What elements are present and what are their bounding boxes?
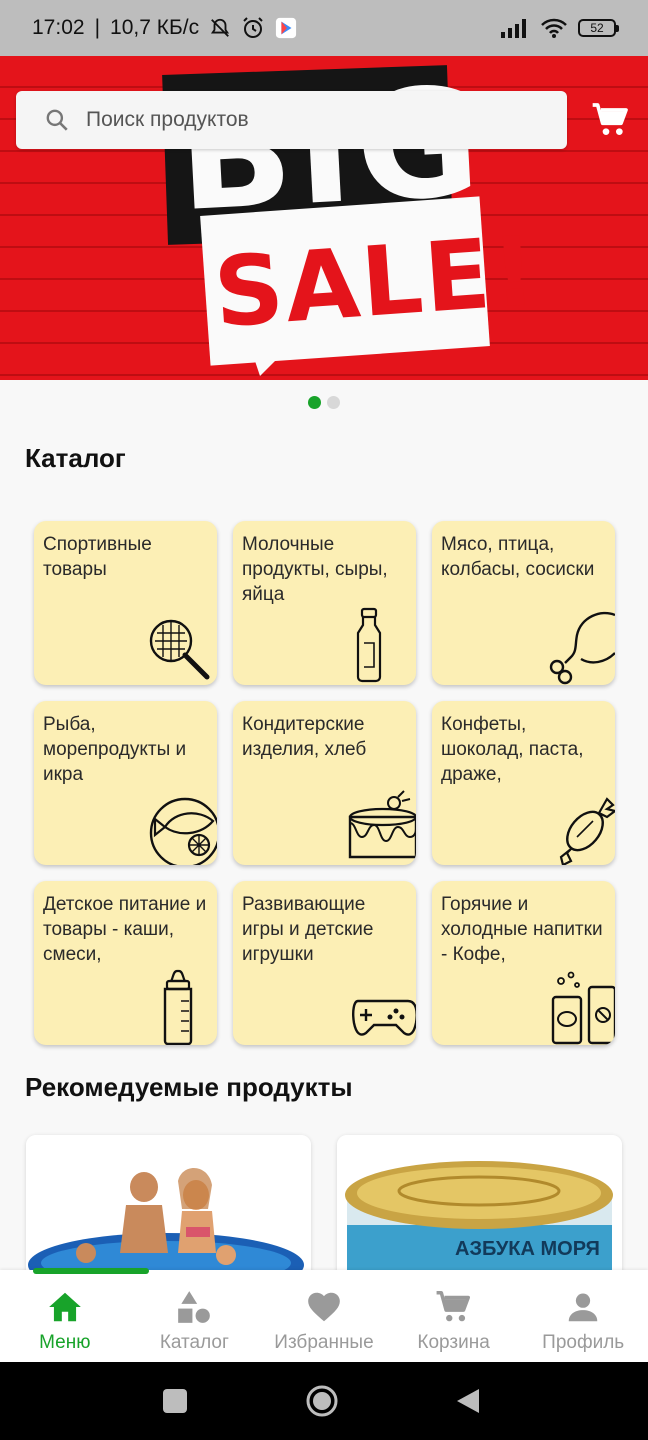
catalog-card-baby[interactable]: Детское питание и товары - каши, смеси, [34,881,217,1045]
catalog-card-label: Кондитерские изделия, хлеб [242,714,367,760]
catalog-card-dairy[interactable]: Молочные продукты, сыры, яйца [233,521,416,685]
banner-sign-tail [250,346,290,376]
tennis-racket-icon [149,619,210,680]
fish-plate-icon [149,797,217,865]
nav-label: Профиль [542,1332,625,1353]
app-screen: 17:02 | 10,7 КБ/с 52 BIG SALE! Каталог [0,0,648,1440]
nav-label: Каталог [159,1332,229,1353]
back-button[interactable] [428,1362,508,1440]
catalog-card-meat[interactable]: Мясо, птица, колбасы, сосиски [432,521,615,685]
home-icon [48,1292,81,1322]
catalog-card-label: Детское питание и товары - каши, смеси, [43,894,207,965]
search-input[interactable] [86,108,516,132]
play-store-icon [276,17,297,39]
catalog-card-label: Молочные продукты, сыры, яйца [242,534,388,605]
battery-indicator: 52 [578,19,619,37]
nav-item-menu[interactable]: Меню [0,1270,130,1362]
search-icon [46,109,68,131]
can-brand-text: АЗБУКА МОРЯ [455,1238,600,1260]
catalog-card-sport[interactable]: Спортивные товары [34,521,217,685]
shapes-icon [178,1291,211,1323]
milk-bottle-icon [356,607,382,683]
heart-icon [308,1292,340,1322]
signal-icon [501,19,526,38]
catalog-card-drinks[interactable]: Горячие и холодные напитки - Кофе, [432,881,615,1045]
search-bar[interactable] [16,91,567,149]
catalog-card-candy[interactable]: Конфеты, шоколад, паста, драже, [432,701,615,865]
person-icon [568,1293,598,1322]
nav-item-catalog[interactable]: Каталог [130,1270,260,1362]
gamepad-icon [352,999,416,1036]
bottom-navigation: Меню Каталог Избранные Корзина Профиль [0,1268,648,1362]
alarm-icon [243,17,263,38]
catalog-card-label: Рыба, морепродукты и икра [43,714,187,785]
back-triangle-icon [457,1389,479,1413]
catalog-card-label: Горячие и холодные напитки - Кофе, [441,894,603,965]
status-separator: | [94,16,101,39]
drinks-icon [551,971,615,1045]
catalog-title: Каталог [25,443,126,473]
catalog-card-label: Развивающие игры и детские игрушки [242,894,374,965]
cart-icon[interactable] [590,100,632,140]
nav-label: Корзина [417,1332,490,1353]
banner-pagination [0,396,648,409]
recents-button[interactable] [135,1362,215,1440]
recommended-title: Рекомедуемые продукты [25,1072,353,1102]
nav-label: Меню [39,1332,91,1353]
candy-icon [559,797,615,865]
chicken-leg-icon [549,611,615,685]
nav-item-favorites[interactable]: Избранные [259,1270,389,1362]
nav-active-indicator [33,1268,149,1274]
cart-icon [436,1291,470,1322]
catalog-grid: Спортивные товары Молочные продукты, сыр… [34,521,615,1045]
nav-label: Избранные [274,1332,374,1353]
nav-item-cart[interactable]: Корзина [389,1270,519,1362]
banner-sale-text: SALE! [210,214,542,350]
bell-off-icon [211,18,230,37]
wifi-icon [541,18,567,38]
catalog-card-label: Спортивные товары [43,534,152,580]
catalog-card-toys[interactable]: Развивающие игры и детские игрушки [233,881,416,1045]
baby-bottle-icon [163,969,193,1045]
status-time: 17:02 [32,16,85,39]
system-navigation-bar [0,1362,648,1440]
pagination-dot-active[interactable] [308,396,321,409]
catalog-card-label: Мясо, птица, колбасы, сосиски [441,534,595,580]
circle-icon [306,1385,338,1417]
cake-icon [348,790,416,859]
status-bar: 17:02 | 10,7 КБ/с 52 [0,0,648,56]
pagination-dot[interactable] [327,396,340,409]
catalog-card-bakery[interactable]: Кондитерские изделия, хлеб [233,701,416,865]
nav-item-profile[interactable]: Профиль [518,1270,648,1362]
square-icon [163,1389,187,1413]
status-speed: 10,7 КБ/с [110,16,200,39]
home-button[interactable] [282,1362,362,1440]
catalog-card-label: Конфеты, шоколад, паста, драже, [441,714,584,785]
catalog-card-fish[interactable]: Рыба, морепродукты и икра [34,701,217,865]
